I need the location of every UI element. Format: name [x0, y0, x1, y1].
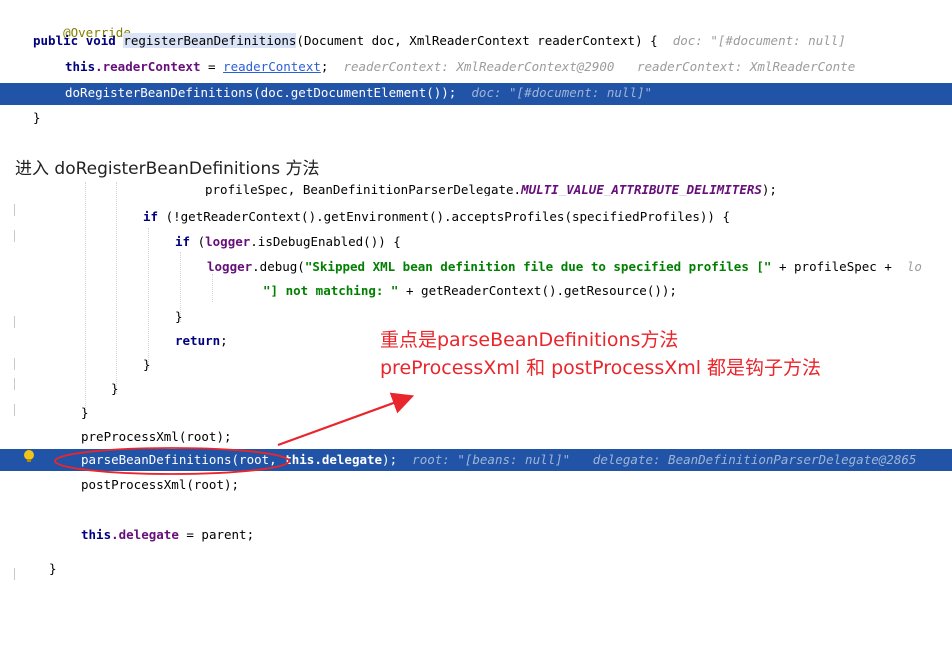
code-snippet-do-register: profileSpec, BeanDefinitionParserDelegat…: [0, 182, 952, 585]
closing-brace: }: [143, 357, 151, 372]
string-literal: "Skipped XML bean definition file due to…: [304, 259, 772, 274]
pre-process-call: preProcessXml(root);: [81, 429, 232, 444]
code-text: (!getReaderContext().getEnvironment().ac…: [158, 209, 731, 224]
keyword-this: this: [81, 527, 112, 542]
execution-line-highlight[interactable]: doRegisterBeanDefinitions(doc.getDocumen…: [0, 83, 952, 105]
closing-brace: }: [175, 309, 183, 324]
code-text: );: [382, 452, 398, 467]
keyword-this: this: [65, 59, 96, 74]
post-process-call: postProcessXml(root);: [81, 477, 240, 492]
constant: MULTI_VALUE_ATTRIBUTE_DELIMITERS: [521, 184, 762, 196]
keyword-this: this: [284, 452, 315, 467]
code-line: }: [0, 108, 952, 128]
code-line-partial: profileSpec, BeanDefinitionParserDelegat…: [0, 184, 952, 196]
keyword-void: void: [85, 33, 116, 48]
closing-brace: }: [111, 381, 119, 396]
field-logger: logger: [205, 234, 251, 249]
closing-brace: }: [33, 110, 41, 125]
callout-line-1: 重点是parseBeanDefinitions方法: [380, 329, 679, 351]
debug-hint: lo: [906, 259, 922, 274]
parse-bean-definitions-call: parseBeanDefinitions(root,: [81, 452, 285, 467]
code-text: profileSpec, BeanDefinitionParserDelegat…: [205, 184, 522, 196]
reader-context-link[interactable]: readerContext: [223, 59, 321, 74]
code-text: .debug(: [252, 259, 305, 274]
semicolon: ;: [320, 59, 329, 74]
code-line: this.readerContext = readerContext; read…: [0, 57, 952, 77]
code-text: (: [190, 234, 206, 249]
code-line: postProcessXml(root);: [0, 475, 952, 495]
semicolon: ;: [220, 333, 228, 348]
code-line: logger.debug("Skipped XML bean definitio…: [0, 257, 952, 277]
closing-brace: }: [81, 405, 89, 420]
field-reader-context: .readerContext: [95, 59, 201, 74]
section-heading: 进入 doRegisterBeanDefinitions 方法: [15, 159, 320, 179]
field-logger: logger: [207, 259, 253, 274]
keyword-if: if: [143, 209, 159, 224]
keyword-public: public: [33, 33, 79, 48]
code-line: }: [0, 403, 952, 423]
code-line: preProcessXml(root);: [0, 427, 952, 447]
lightbulb-icon[interactable]: [24, 450, 34, 462]
debug-hint: doc: "[#document: null]: [672, 33, 846, 48]
code-line: if (!getReaderContext().getEnvironment()…: [0, 207, 952, 227]
code-line: @Override: [0, 3, 952, 40]
do-register-call: doRegisterBeanDefinitions(doc.getDocumen…: [65, 85, 457, 100]
code-text: = parent;: [178, 527, 255, 542]
code-line: "] not matching: " + getReaderContext().…: [0, 281, 952, 301]
keyword-if: if: [175, 234, 191, 249]
closing-brace: }: [49, 561, 57, 576]
string-literal: "] not matching: ": [263, 283, 399, 298]
code-line: }: [0, 559, 952, 579]
code-text: + getReaderContext().getResource());: [398, 283, 677, 298]
method-params: (Document doc, XmlReaderContext readerCo…: [296, 33, 658, 48]
code-text: .isDebugEnabled()) {: [250, 234, 401, 249]
keyword-return: return: [175, 333, 221, 348]
code-line: }: [0, 379, 952, 399]
code-line: public void registerBeanDefinitions(Docu…: [0, 31, 952, 51]
execution-line-highlight[interactable]: parseBeanDefinitions(root, this.delegate…: [0, 449, 952, 471]
code-text: );: [761, 184, 777, 196]
debug-hint: doc: "[#document: null]": [471, 85, 653, 100]
field-delegate: .delegate: [314, 452, 383, 467]
callout-line-2: preProcessXml 和 postProcessXml 都是钩子方法: [380, 357, 822, 379]
debug-hint: root: "[beans: null]" delegate: BeanDefi…: [412, 452, 917, 467]
field-delegate: .delegate: [111, 527, 179, 542]
debug-hint: readerContext: XmlReaderContext@2900 rea…: [343, 59, 856, 74]
code-line: if (logger.isDebugEnabled()) {: [0, 232, 952, 252]
code-line: this.delegate = parent;: [0, 525, 952, 545]
assign-op: =: [200, 59, 224, 74]
code-text: + profileSpec +: [771, 259, 907, 274]
code-snippet-register: @Override public void registerBeanDefini…: [0, 0, 952, 125]
code-line: }: [0, 307, 952, 327]
method-name[interactable]: registerBeanDefinitions: [123, 33, 297, 48]
